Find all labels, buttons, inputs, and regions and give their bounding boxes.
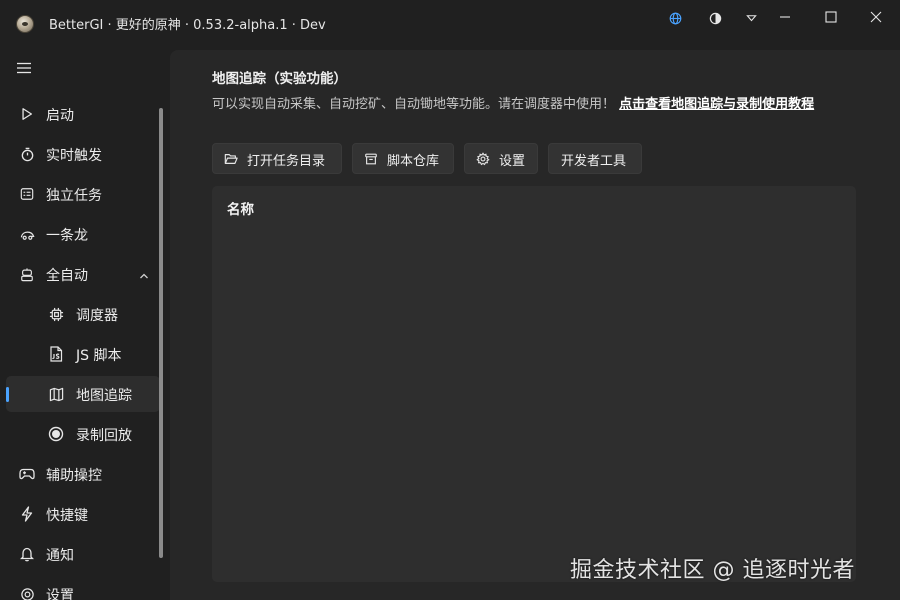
sidebar-item-independent-tasks[interactable]: 独立任务 [6, 176, 160, 212]
settings-label: 设置 [499, 154, 526, 169]
robot-icon [18, 265, 36, 283]
gear-icon [18, 585, 36, 600]
title-bar: BetterGI · 更好的原神 · 0.53.2-alpha.1 · Dev [0, 0, 900, 46]
menu-toggle-button[interactable] [14, 60, 34, 76]
column-header-name[interactable]: 名称 [227, 198, 254, 218]
sidebar-item-map-tracking[interactable]: 地图追踪 [6, 376, 160, 412]
chip-icon [47, 305, 65, 323]
gamepad-icon [18, 465, 36, 483]
sidebar-item-label: 辅助操控 [46, 468, 102, 484]
tutorial-link[interactable]: 点击查看地图追踪与录制使用教程 [619, 97, 814, 112]
sidebar-item-label: 独立任务 [46, 188, 102, 204]
record-icon [47, 425, 65, 443]
sidebar-item-notifications[interactable]: 通知 [6, 536, 160, 572]
sidebar-item-label: JS 脚本 [76, 348, 122, 364]
script-repo-label: 脚本仓库 [387, 154, 440, 169]
close-button[interactable] [853, 0, 899, 34]
sidebar-item-label: 快捷键 [46, 508, 88, 524]
dragon-icon [18, 225, 36, 243]
sidebar-item-realtime-trigger[interactable]: 实时触发 [6, 136, 160, 172]
map-icon [47, 385, 65, 403]
flash-icon [18, 505, 36, 523]
app-window: BetterGI · 更好的原神 · 0.53.2-alpha.1 · Dev [0, 0, 900, 600]
sidebar-item-hotkeys[interactable]: 快捷键 [6, 496, 160, 532]
window-title: BetterGI · 更好的原神 · 0.53.2-alpha.1 · Dev [49, 18, 326, 33]
theme-contrast-icon[interactable] [700, 8, 730, 28]
sidebar-item-settings[interactable]: 设置 [6, 576, 160, 600]
sidebar-item-label: 启动 [46, 108, 74, 124]
task-list-panel [212, 186, 856, 582]
open-task-folder-button[interactable]: 打开任务目录 [212, 143, 342, 174]
js-file-icon [47, 345, 65, 363]
sidebar-item-one-dragon[interactable]: 一条龙 [6, 216, 160, 252]
sidebar-item-label: 设置 [46, 588, 74, 600]
app-logo-icon [16, 15, 34, 33]
gear-icon [476, 152, 490, 166]
watermark: 掘金技术社区 @ 追逐时光者 [570, 558, 855, 583]
page-title: 地图追踪（实验功能） [212, 71, 347, 87]
sidebar-item-js-scripts[interactable]: JS 脚本 [6, 336, 160, 372]
sidebar-item-label: 调度器 [76, 308, 118, 324]
sidebar-item-label: 实时触发 [46, 148, 102, 164]
minimize-button[interactable] [762, 0, 808, 34]
sidebar-item-launch[interactable]: 启动 [6, 96, 160, 132]
sidebar-item-label: 录制回放 [76, 428, 132, 444]
selection-indicator [6, 387, 9, 402]
stopwatch-icon [18, 145, 36, 163]
dev-tools-label: 开发者工具 [561, 154, 627, 169]
folder-open-icon [224, 152, 238, 166]
sidebar-scrollbar[interactable] [159, 108, 163, 558]
script-repo-button[interactable]: 脚本仓库 [352, 143, 454, 174]
sidebar-item-label: 通知 [46, 548, 74, 564]
sidebar-item-label: 一条龙 [46, 228, 88, 244]
sidebar-item-record-playback[interactable]: 录制回放 [6, 416, 160, 452]
list-icon [18, 185, 36, 203]
play-icon [18, 105, 36, 123]
sidebar-item-label: 地图追踪 [76, 388, 132, 404]
chevron-up-icon [138, 267, 152, 281]
sidebar-item-label: 全自动 [46, 268, 88, 284]
page-description: 可以实现自动采集、自动挖矿、自动锄地等功能。请在调度器中使用！ 点击查看地图追踪… [212, 95, 872, 115]
open-task-folder-label: 打开任务目录 [247, 154, 326, 169]
description-text: 可以实现自动采集、自动挖矿、自动锄地等功能。请在调度器中使用！ [212, 97, 616, 112]
maximize-button[interactable] [808, 0, 854, 34]
archive-icon [364, 152, 378, 166]
bell-icon [18, 545, 36, 563]
sidebar-item-full-auto[interactable]: 全自动 [6, 256, 160, 292]
settings-button[interactable]: 设置 [464, 143, 538, 174]
globe-icon[interactable] [660, 8, 690, 28]
sidebar-item-assist-control[interactable]: 辅助操控 [6, 456, 160, 492]
dev-tools-button[interactable]: 开发者工具 [548, 143, 642, 174]
sidebar-item-scheduler[interactable]: 调度器 [6, 296, 160, 332]
